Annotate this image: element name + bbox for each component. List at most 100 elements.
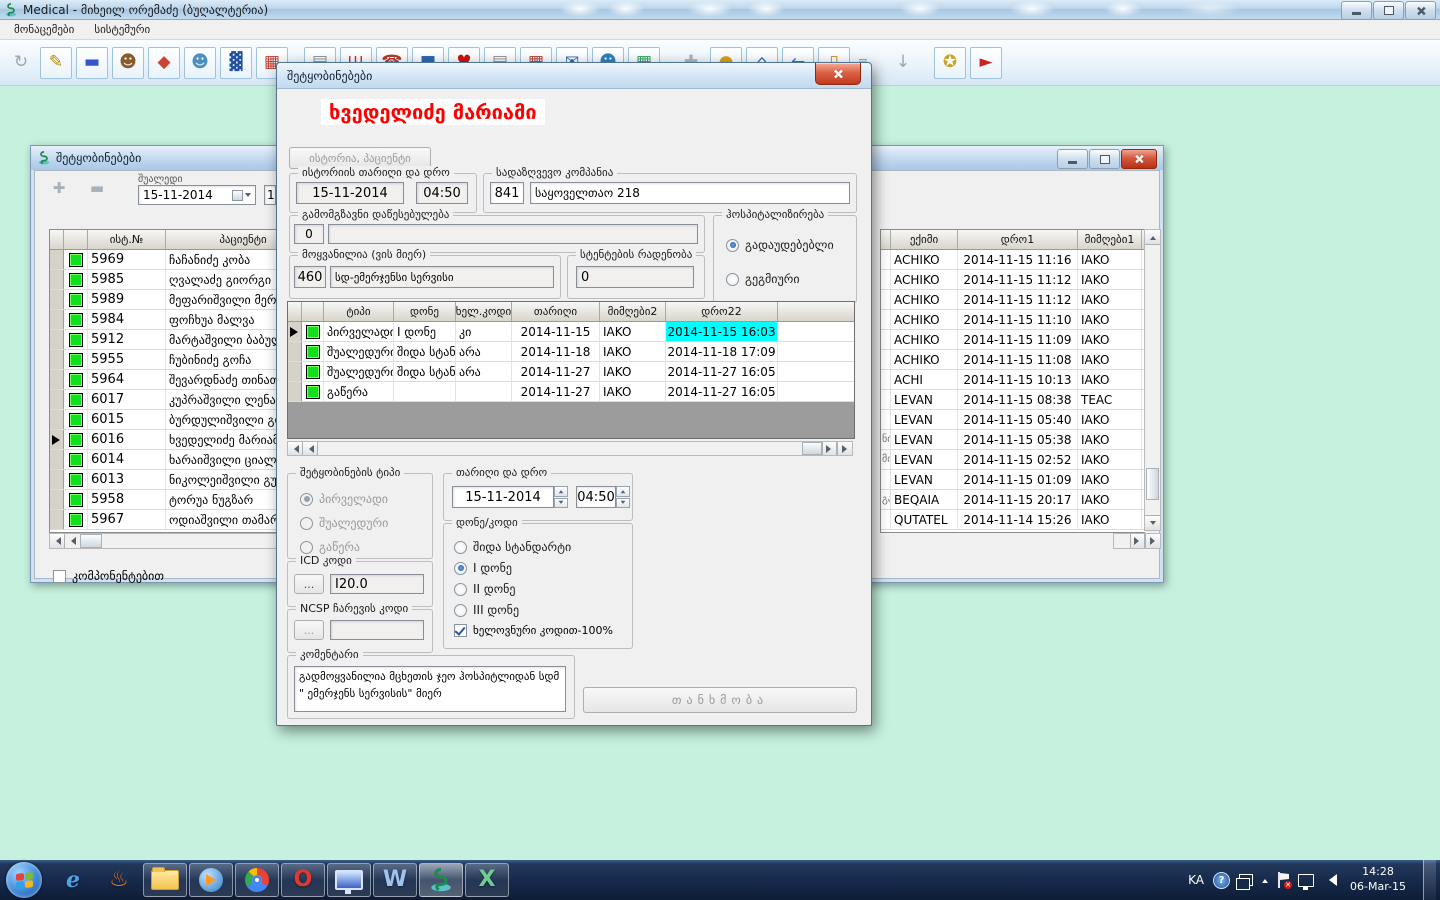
table-row[interactable]: მიLEVAN2014-11-15 02:52IAKO [881, 450, 1145, 470]
table-row[interactable]: შუალედურიშიდა სტანდ.არა2014-11-27IAKO201… [288, 362, 854, 382]
time-spinner[interactable] [616, 486, 630, 508]
scroll-left-button[interactable] [65, 534, 80, 548]
close-button[interactable] [1405, 1, 1436, 20]
column-header[interactable] [64, 230, 88, 249]
taskbar-remote-desktop[interactable] [327, 863, 371, 897]
taskbar-burning-bin[interactable]: ♨ [97, 863, 141, 897]
filter-date2-combo-clipped[interactable]: 1 [264, 185, 276, 205]
level-radio-dot[interactable] [454, 541, 467, 554]
doctors-grid-vscrollbar[interactable] [1144, 229, 1161, 531]
edit-note-icon[interactable]: ✎ [40, 47, 72, 79]
taskbar-chrome[interactable] [235, 863, 279, 897]
column-header[interactable] [50, 230, 64, 249]
icd-browse-button[interactable]: ... [294, 574, 324, 594]
taskbar-word[interactable]: W [373, 863, 417, 897]
help-tray-icon[interactable]: ? [1213, 872, 1230, 889]
table-row[interactable]: ACHIKO2014-11-15 11:09IAKO [881, 330, 1145, 350]
network-icon[interactable] [1298, 874, 1314, 887]
taskbar-medical[interactable] [419, 863, 463, 897]
hospitalization-radio-0[interactable]: გადაუდებებლი [726, 238, 834, 252]
date-field[interactable]: 15-11-2014 [452, 486, 554, 508]
taskbar-explorer[interactable] [143, 863, 187, 897]
filter-date-combo[interactable]: 15-11-2014 [138, 185, 256, 205]
level-radio-1[interactable]: I დონე [454, 561, 512, 575]
ncsp-browse-button[interactable]: ... [294, 620, 324, 640]
level-radio-2[interactable]: II დონე [454, 582, 516, 596]
components-checkbox[interactable]: კომპონენტებით [53, 569, 164, 583]
table-row[interactable]: გაწერა2014-11-27IAKO2014-11-27 16:05 [288, 382, 854, 402]
column-header[interactable]: ხელ.კოდი [456, 302, 512, 321]
icd-code-field[interactable]: I20.0 [330, 574, 424, 594]
dialog-close-button[interactable] [815, 63, 861, 85]
sender-name-field[interactable] [328, 224, 698, 244]
table-row[interactable]: ACHIKO2014-11-15 11:12IAKO [881, 290, 1145, 310]
components-checkbox-box[interactable] [53, 570, 66, 583]
medications-icon[interactable]: ◆ [148, 47, 180, 79]
history-date-field[interactable]: 15-11-2014 [296, 182, 404, 204]
time-field[interactable]: 04:50 [576, 486, 616, 508]
level-radio-dot[interactable] [454, 583, 467, 596]
insurance-name-field[interactable]: საყოველთაო 218 [530, 182, 850, 204]
table-row[interactable]: ACHIKO2014-11-15 11:12IAKO [881, 270, 1145, 290]
taskbar-opera[interactable]: O [281, 863, 325, 897]
table-row[interactable]: QUTATEL2014-11-14 15:26IAKO [881, 510, 1145, 530]
comment-textarea[interactable]: გადმოყვანილია მცხეთის ჯეო ჰოსპიტლიდან სდ… [294, 666, 566, 712]
column-header[interactable]: მიმღები1 [1078, 230, 1142, 249]
scroll-thumb[interactable] [1146, 468, 1159, 500]
column-header[interactable]: ისტ.№ [88, 230, 166, 249]
table-row[interactable]: ACHIKO2014-11-15 11:16IAKO [881, 250, 1145, 270]
column-header[interactable]: დრო22 [666, 302, 778, 321]
window-stack-icon[interactable] [1239, 874, 1253, 886]
table-row[interactable]: პირველადიI დონეკი2014-11-15IAKO2014-11-1… [288, 322, 854, 342]
volume-icon[interactable] [1323, 874, 1337, 886]
exit-door-icon[interactable]: ► [970, 47, 1002, 79]
table-row[interactable]: ACHIKO2014-11-15 11:10IAKO [881, 310, 1145, 330]
ncsp-code-field[interactable] [330, 620, 424, 640]
nurse-icon[interactable]: ☻ [184, 47, 216, 79]
bed-icon[interactable]: ▬ [76, 47, 108, 79]
hscrollbar-right-end[interactable] [1113, 533, 1161, 549]
show-desktop-button[interactable] [1423, 860, 1436, 900]
column-header[interactable]: დრო1 [958, 230, 1078, 249]
dialog-titlebar[interactable]: შეტყობინებები [277, 63, 871, 89]
language-indicator[interactable]: KA [1188, 873, 1204, 887]
menu-data[interactable]: მონაცემები [6, 21, 82, 38]
column-header[interactable] [302, 302, 324, 321]
show-hidden-icons-button[interactable] [1262, 876, 1268, 883]
notifications-table-hscrollbar[interactable] [287, 441, 853, 456]
table-row[interactable]: LEVAN2014-11-15 08:38TEAC [881, 390, 1145, 410]
table-row[interactable]: ACHI2014-11-15 10:13IAKO [881, 370, 1145, 390]
scroll-thumb[interactable] [802, 442, 822, 455]
scroll-right-end-button[interactable] [1145, 534, 1160, 548]
calendar-dropdown-icon[interactable] [232, 190, 251, 201]
column-header[interactable]: თარიღი [512, 302, 600, 321]
hospitalization-radio-dot[interactable] [726, 273, 739, 286]
add-row-icon[interactable]: ✚ [44, 175, 74, 201]
level-radio-dot[interactable] [454, 604, 467, 617]
table-row[interactable]: ACHIKO2014-11-15 11:08IAKO [881, 350, 1145, 370]
minimize-button[interactable] [1057, 149, 1088, 169]
remove-row-icon[interactable]: ▬ [82, 175, 112, 201]
restore-button[interactable] [1373, 1, 1404, 20]
patient-icon[interactable]: ☻ [112, 47, 144, 79]
table-row[interactable]: LEVAN2014-11-15 01:09IAKO [881, 470, 1145, 490]
hospitalization-radio-1[interactable]: გეგმიური [726, 272, 800, 286]
manual-code-checkbox[interactable]: ხელოვნური კოდით-100% [454, 624, 613, 637]
scroll-left-end-button[interactable] [50, 534, 65, 548]
column-header[interactable]: ექიმი [891, 230, 958, 249]
level-radio-0[interactable]: შიდა სტანდარტი [454, 540, 571, 554]
scroll-left-button[interactable] [303, 442, 318, 455]
action-center-icon[interactable]: ✕ [1277, 872, 1289, 888]
taskbar-media-player[interactable] [189, 863, 233, 897]
scroll-right-end-button[interactable] [837, 442, 852, 455]
menu-system[interactable]: სისტემური [86, 21, 158, 38]
brought-by-code-field[interactable]: 460 [294, 266, 326, 288]
close-button[interactable] [1121, 149, 1157, 169]
minimize-button[interactable] [1341, 1, 1372, 20]
clock[interactable]: 14:28 06-Mar-15 [1350, 865, 1406, 895]
patients-grid-hscrollbar[interactable] [49, 533, 281, 549]
confirm-button[interactable]: თანხმობა [583, 687, 857, 713]
manual-code-checkbox-box[interactable] [454, 624, 467, 637]
scroll-right-button[interactable] [822, 442, 837, 455]
taskbar-excel[interactable]: X [465, 863, 509, 897]
